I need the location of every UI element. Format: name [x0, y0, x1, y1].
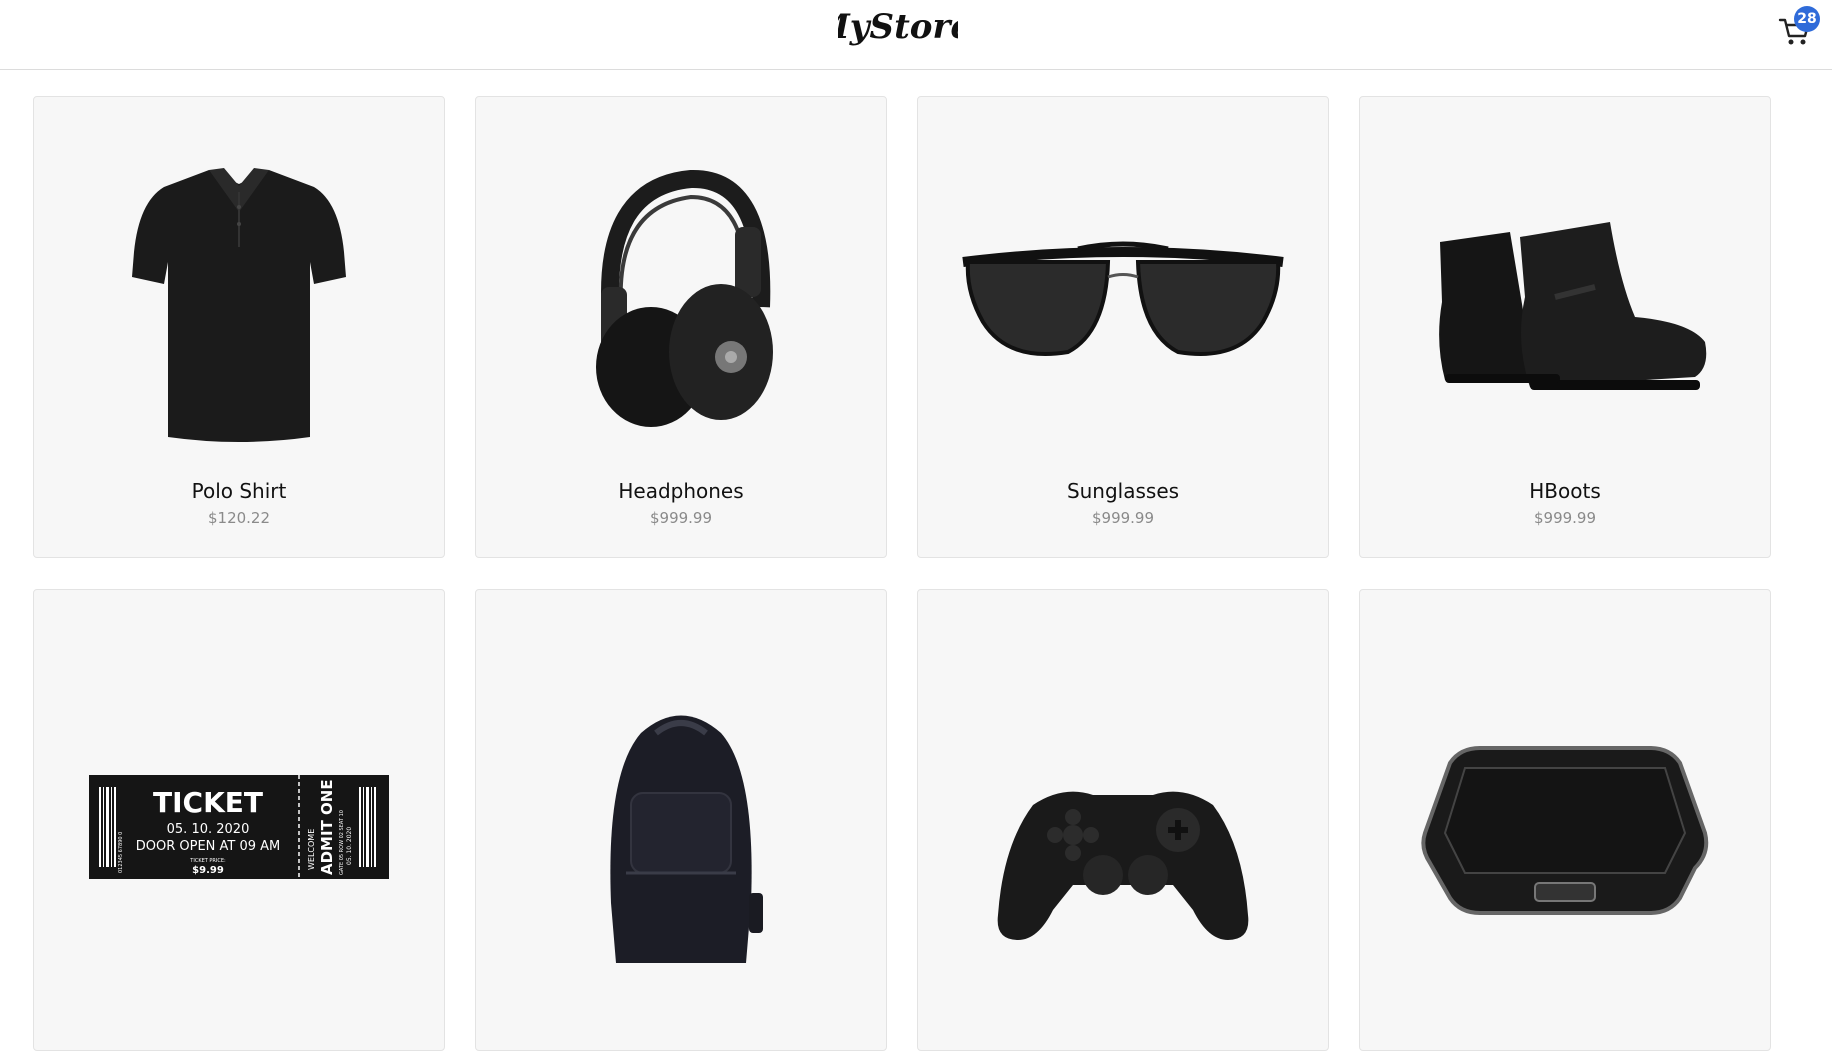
product-card[interactable]: HBoots $999.99 [1359, 96, 1771, 558]
product-card[interactable]: Polo Shirt $120.22 [33, 96, 445, 558]
store-logo[interactable]: MyStore. [838, 2, 958, 62]
product-price: $999.99 [1091, 509, 1155, 527]
product-image [476, 137, 886, 467]
headphones-icon [596, 169, 773, 427]
ticket-date: 05. 10. 2020 [167, 822, 250, 837]
ticket-stub-date: 05. 10. 2020 [346, 827, 353, 865]
product-price: $999.99 [649, 509, 713, 527]
product-card[interactable] [917, 589, 1329, 1051]
ticket-stub-admit: ADMIT ONE [318, 779, 336, 875]
product-name[interactable]: Headphones [476, 479, 886, 503]
product-grid: Polo Shirt $120.22 Headphones $999.99 Su… [33, 96, 1773, 1051]
product-name[interactable]: HBoots [1360, 479, 1770, 503]
ticket-stub-seat: GATE 05 ROW 02 SEAT 10 [339, 810, 345, 875]
sunglasses-icon [962, 241, 1284, 356]
product-image [918, 137, 1328, 467]
food-container-icon [1421, 746, 1709, 915]
product-card[interactable]: Sunglasses $999.99 [917, 96, 1329, 558]
top-bar: MyStore. 28 [0, 0, 1832, 70]
ticket-title: TICKET [153, 786, 263, 819]
gamepad-icon [997, 791, 1249, 940]
product-card[interactable] [1359, 589, 1771, 1051]
product-image [476, 668, 886, 998]
product-name[interactable]: Sunglasses [918, 479, 1328, 503]
ticket-barcode-number: 012345 67890 0 [118, 832, 124, 873]
product-image [1360, 668, 1770, 998]
boots-icon [1439, 222, 1707, 390]
ticket-door: DOOR OPEN AT 09 AM [136, 839, 281, 854]
ticket-icon: TICKET 05. 10. 2020 DOOR OPEN AT 09 AM T… [89, 775, 389, 879]
product-image [918, 690, 1328, 1020]
logo-text: MyStore. [838, 7, 958, 47]
ticket-stub-welcome: WELCOME [307, 829, 316, 870]
product-price: $120.22 [207, 509, 271, 527]
product-card[interactable] [475, 589, 887, 1051]
product-image [1360, 137, 1770, 467]
polo-shirt-icon [132, 168, 346, 442]
product-card[interactable]: Headphones $999.99 [475, 96, 887, 558]
backpack-icon [610, 715, 763, 963]
cart-count-badge: 28 [1794, 6, 1820, 32]
product-price: $999.99 [1533, 509, 1597, 527]
product-image [34, 137, 444, 467]
product-card[interactable]: TICKET 05. 10. 2020 DOOR OPEN AT 09 AM T… [33, 589, 445, 1051]
ticket-price: $9.99 [192, 865, 224, 876]
ticket-price-label: TICKET PRICE: [189, 858, 226, 864]
product-name[interactable]: Polo Shirt [34, 479, 444, 503]
product-image: TICKET 05. 10. 2020 DOOR OPEN AT 09 AM T… [34, 650, 444, 980]
